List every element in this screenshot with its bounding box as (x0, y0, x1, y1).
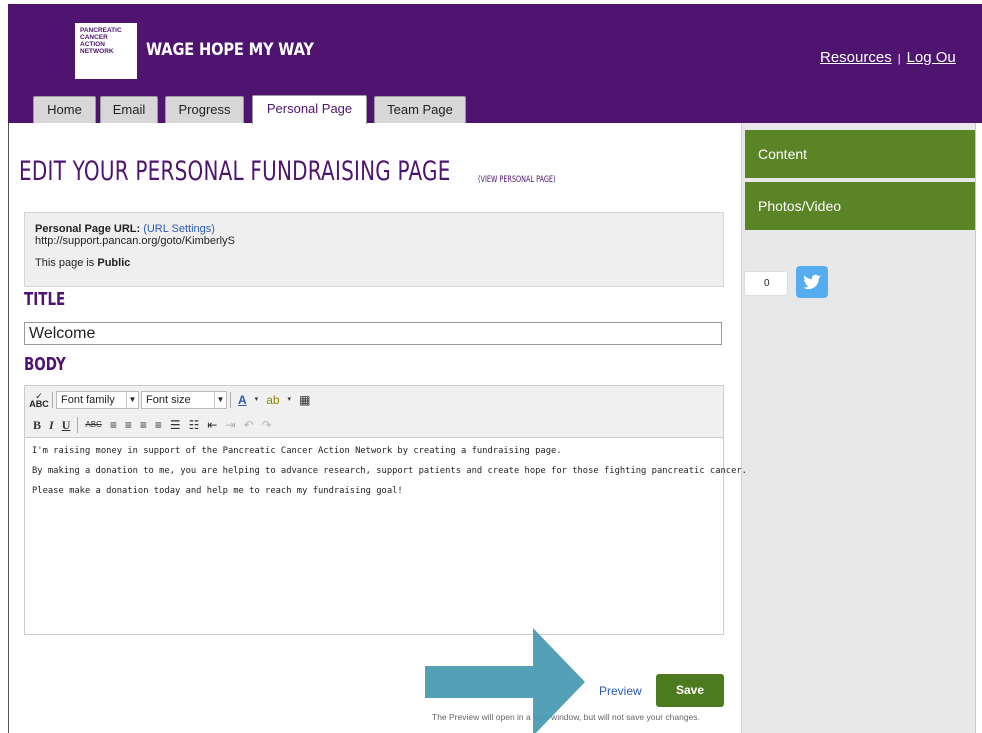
top-links: Resources | Log Ou (820, 49, 956, 66)
right-sidebar: Content Photos/Video (741, 123, 977, 733)
visibility-status: This page is Public (35, 257, 723, 269)
body-paragraph: By making a donation to me, you are help… (32, 466, 747, 476)
save-button[interactable]: Save (656, 674, 724, 707)
chevron-down-icon[interactable]: ▾ (284, 391, 296, 409)
twitter-share-button[interactable] (796, 266, 828, 298)
redo-icon[interactable]: ↷ (258, 416, 276, 434)
rich-text-editor: ✓ ABC Font family ▼ Font size ▼ A ▾ ab ▾ … (24, 385, 747, 635)
align-justify-icon[interactable]: ≡ (151, 416, 166, 434)
align-left-icon[interactable]: ≡ (106, 416, 121, 434)
bold-icon[interactable]: B (29, 416, 45, 434)
link-separator: | (897, 53, 901, 65)
personal-page-url: http://support.pancan.org/goto/KimberlyS (35, 235, 235, 247)
body-heading: BODY (24, 354, 66, 375)
logo-line: ACTION (80, 41, 105, 48)
align-right-icon[interactable]: ≡ (136, 416, 151, 434)
sidebar-edge (975, 123, 982, 733)
content-border (8, 123, 9, 733)
undo-icon[interactable]: ↶ (240, 416, 258, 434)
visibility-value: Public (97, 257, 131, 269)
visibility-prefix: This page is (35, 257, 95, 269)
paste-word-icon[interactable]: ▦ (295, 391, 314, 409)
tab-email[interactable]: Email (100, 96, 158, 123)
chevron-down-icon[interactable]: ▾ (251, 391, 263, 409)
tab-home[interactable]: Home (33, 96, 96, 123)
toolbar-divider (77, 417, 79, 433)
logo-line: NETWORK (80, 48, 114, 55)
twitter-bird-icon (803, 274, 821, 290)
title-input[interactable] (24, 322, 722, 345)
bullet-list-icon[interactable]: ☰ (166, 416, 185, 434)
indent-icon[interactable]: ⇥ (221, 416, 239, 434)
tab-progress[interactable]: Progress (165, 96, 244, 123)
editor-toolbar: ✓ ABC Font family ▼ Font size ▼ A ▾ ab ▾ … (25, 386, 723, 438)
strikethrough-icon[interactable]: ABC (81, 416, 105, 434)
brand-title: WAGE HOPE MY WAY (146, 40, 314, 60)
font-size-select[interactable]: Font size ▼ (141, 391, 227, 409)
logo-line: CANCER (80, 34, 108, 41)
italic-icon[interactable]: I (45, 416, 58, 434)
logo-line: PANCREATIC (80, 27, 122, 34)
tab-personal-page[interactable]: Personal Page (252, 95, 367, 124)
page-title: EDIT YOUR PERSONAL FUNDRAISING PAGE (19, 156, 451, 187)
editor-content[interactable]: I'm raising money in support of the Panc… (25, 438, 747, 514)
share-count: 0 (744, 271, 788, 296)
align-center-icon[interactable]: ≡ (121, 416, 136, 434)
tab-team-page[interactable]: Team Page (374, 96, 466, 123)
underline-icon[interactable]: U (58, 416, 75, 434)
personal-page-url-box: Personal Page URL: (URL Settings) http:/… (24, 212, 724, 287)
outdent-icon[interactable]: ⇤ (203, 416, 221, 434)
font-size-value: Font size (146, 394, 191, 406)
font-family-value: Font family (61, 394, 115, 406)
resources-link[interactable]: Resources (820, 49, 892, 66)
pointer-arrow-icon (425, 628, 585, 733)
url-settings-link[interactable]: (URL Settings) (143, 223, 215, 235)
view-personal-page-link[interactable]: (VIEW PERSONAL PAGE) (478, 175, 556, 185)
text-color-icon[interactable]: A (234, 391, 251, 409)
toolbar-divider (230, 392, 231, 408)
body-paragraph: Please make a donation today and help me… (32, 486, 403, 496)
body-paragraph: I'm raising money in support of the Panc… (32, 446, 562, 456)
url-label: Personal Page URL: (35, 223, 141, 235)
chevron-down-icon: ▼ (126, 392, 138, 408)
sidebar-item-photos-video[interactable]: Photos/Video (745, 182, 977, 230)
sidebar-item-content[interactable]: Content (745, 130, 977, 178)
numbered-list-icon[interactable]: ☷ (185, 416, 204, 434)
toolbar-divider (52, 392, 53, 408)
title-heading: TITLE (24, 289, 66, 310)
logout-link[interactable]: Log Ou (907, 49, 956, 66)
highlight-color-icon[interactable]: ab (262, 391, 283, 409)
spellcheck-icon[interactable]: ✓ ABC (29, 392, 49, 409)
preview-link[interactable]: Preview (599, 684, 642, 698)
chevron-down-icon: ▼ (214, 392, 226, 408)
pancan-logo[interactable]: PANCREATIC CANCER ACTION NETWORK (75, 23, 137, 79)
font-family-select[interactable]: Font family ▼ (56, 391, 139, 409)
